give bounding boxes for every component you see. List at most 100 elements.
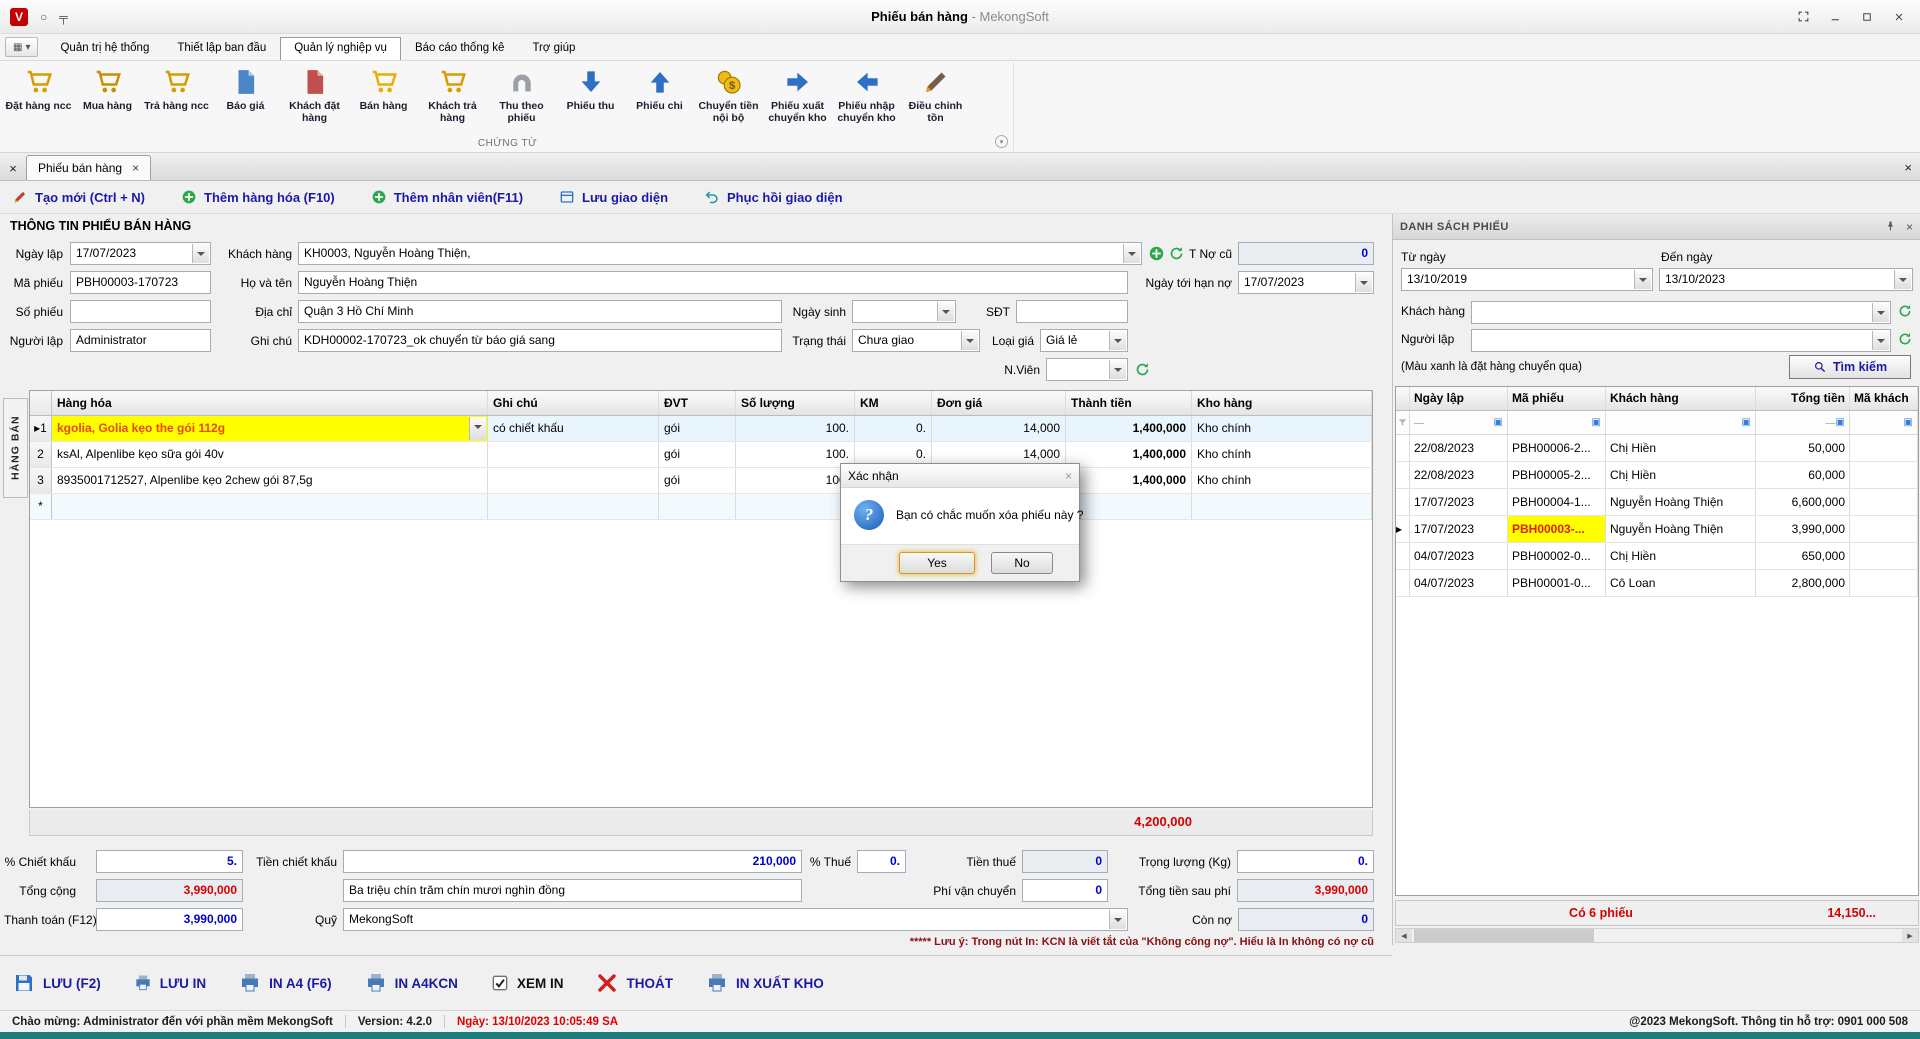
ribbon-phieu-xuat-chuyen-kho[interactable]: Phiếu xuất chuyển kho — [763, 65, 832, 127]
them-nhan-vien-button[interactable]: Thêm nhân viên(F11) — [371, 189, 523, 205]
luu-giao-dien-button[interactable]: Lưu giao diện — [559, 189, 668, 205]
chevron-down-icon[interactable] — [937, 302, 954, 321]
tab-bao-cao-thong-ke[interactable]: Báo cáo thống kê — [401, 37, 519, 60]
nvien-input[interactable] — [1046, 358, 1128, 381]
ribbon-mua-hang[interactable]: Mua hàng — [73, 65, 142, 127]
doc-tab-phieu-ban-hang[interactable]: Phiếu bán hàng × — [26, 155, 151, 180]
tim-kiem-button[interactable]: Tìm kiếm — [1789, 355, 1911, 379]
chevron-down-icon[interactable] — [1872, 331, 1889, 350]
col-ngay-lap[interactable]: Ngày lập — [1410, 387, 1508, 410]
rp-khach-hang-combo[interactable] — [1471, 301, 1891, 324]
trong-luong-input[interactable]: 0. — [1237, 850, 1374, 873]
filter-row[interactable]: —▣ ▣ ▣ —▣ ▣ — [1396, 411, 1918, 435]
filter-icon[interactable]: ▣ — [1742, 411, 1751, 434]
panel-close-icon[interactable]: × — [1906, 220, 1913, 234]
list-item[interactable]: 22/08/2023 PBH00006-2... Chị Hiền 50,000 — [1396, 435, 1918, 462]
so-phieu-input[interactable] — [70, 300, 211, 323]
tien-thue-input[interactable]: 0 — [1022, 850, 1108, 873]
close-icon[interactable] — [1886, 6, 1912, 28]
ma-phieu-input[interactable]: PBH00003-170723 — [70, 271, 211, 294]
list-item[interactable]: 04/07/2023 PBH00002-0... Chị Hiền 650,00… — [1396, 543, 1918, 570]
chevron-down-icon[interactable] — [469, 417, 486, 440]
tong-tien-sau-phi-input[interactable]: 3,990,000 — [1237, 879, 1374, 902]
tab-tro-giup[interactable]: Trợ giúp — [518, 37, 589, 60]
ribbon-khach-tra-hang[interactable]: Khách trả hàng — [418, 65, 487, 127]
col-km[interactable]: KM — [855, 391, 932, 415]
refresh-icon[interactable] — [1897, 331, 1913, 347]
chevron-down-icon[interactable] — [1355, 273, 1372, 292]
dia-chi-input[interactable]: Quận 3 Hồ Chí Minh — [298, 300, 782, 323]
ribbon-phieu-chi[interactable]: Phiếu chi — [625, 65, 694, 127]
luu-in-button[interactable]: LƯU IN — [133, 973, 206, 993]
tab-quan-tri-he-thong[interactable]: Quản trị hệ thống — [46, 37, 163, 60]
in-xuat-kho-button[interactable]: IN XUẤT KHO — [705, 971, 824, 995]
filter-icon[interactable]: ▣ — [1836, 411, 1845, 434]
refresh-icon[interactable] — [1897, 303, 1913, 319]
xem-in-button[interactable]: XEM IN — [490, 973, 564, 993]
loai-gia-input[interactable]: Giá lẻ — [1040, 329, 1128, 352]
col-hang-hoa[interactable]: Hàng hóa — [52, 391, 488, 415]
no-button[interactable]: No — [991, 552, 1053, 574]
ribbon-thu-theo-phieu[interactable]: Thu theo phiếu — [487, 65, 556, 127]
col-so-luong[interactable]: Số lượng — [736, 391, 855, 415]
ribbon-dieu-chinh-ton[interactable]: Điều chỉnh tồn — [901, 65, 970, 127]
list-item-selected[interactable]: ▸ 17/07/2023 PBH00003-... Nguyễn Hoàng T… — [1396, 516, 1918, 543]
table-row[interactable]: 3 8935001712527, Alpenlibe kẹo 2chew gói… — [30, 468, 1372, 494]
chevron-down-icon[interactable] — [961, 331, 978, 350]
tabbar-right-close-icon[interactable]: × — [1904, 160, 1912, 175]
in-a4kcn-button[interactable]: IN A4KCN — [364, 971, 458, 995]
thue-pct-input[interactable]: 0. — [857, 850, 906, 873]
t-no-cu-input[interactable]: 0 — [1238, 242, 1374, 265]
col-tong-tien[interactable]: Tổng tiền — [1756, 387, 1850, 410]
table-row[interactable]: ▸1 kgolia, Golia kẹo the gói 112g có chi… — [30, 416, 1372, 442]
chevron-down-icon[interactable] — [1123, 244, 1140, 263]
chevron-down-icon[interactable] — [1109, 331, 1126, 350]
thoat-button[interactable]: THOÁT — [595, 971, 673, 995]
nguoi-lap-input[interactable]: Administrator — [70, 329, 211, 352]
ribbon-phieu-thu[interactable]: Phiếu thu — [556, 65, 625, 127]
tabbar-close-icon[interactable]: × — [0, 157, 26, 180]
scrollbar-thumb[interactable] — [1414, 929, 1594, 942]
trang-thai-input[interactable]: Chưa giao — [852, 329, 980, 352]
chevron-down-icon[interactable] — [1872, 303, 1889, 322]
add-customer-plus-icon[interactable] — [1148, 245, 1165, 262]
col-don-gia[interactable]: Đơn giá — [932, 391, 1066, 415]
quick-access-circle-icon[interactable]: ○ — [40, 10, 47, 24]
chiet-khau-pct-input[interactable]: 5. — [96, 850, 243, 873]
yes-button[interactable]: Yes — [899, 552, 975, 574]
col-dvt[interactable]: ĐVT — [659, 391, 736, 415]
ngay-sinh-input[interactable] — [852, 300, 956, 323]
list-item[interactable]: 22/08/2023 PBH00005-2... Chị Hiền 60,000 — [1396, 462, 1918, 489]
menu-grid-button[interactable]: ▦▾ — [5, 37, 38, 57]
ribbon-chuyen-tien-noi-bo[interactable]: Chuyển tiền nội bộ — [694, 65, 763, 127]
them-hang-hoa-button[interactable]: Thêm hàng hóa (F10) — [181, 189, 335, 205]
col-ghi-chu[interactable]: Ghi chú — [488, 391, 659, 415]
list-item[interactable]: 04/07/2023 PBH00001-0... Cô Loan 2,800,0… — [1396, 570, 1918, 597]
den-ngay-input[interactable]: 13/10/2023 — [1659, 268, 1913, 291]
chevron-down-icon[interactable] — [1634, 270, 1651, 289]
ribbon-bao-gia[interactable]: Báo giá — [211, 65, 280, 127]
amount-words-input[interactable]: Ba triệu chín trăm chín mươi nghìn đồng — [343, 879, 802, 902]
thanh-toan-input[interactable]: 3,990,000 — [96, 908, 243, 931]
kh-combo[interactable]: KH0003, Nguyễn Hoàng Thiện, — [298, 242, 1142, 265]
quick-access-pin-icon[interactable]: ╤ — [59, 10, 68, 24]
scroll-left-icon[interactable]: ◀ — [1396, 929, 1412, 942]
col-kho-hang[interactable]: Kho hàng — [1192, 391, 1372, 415]
tab-quan-ly-nghiep-vu[interactable]: Quản lý nghiệp vụ — [280, 37, 401, 60]
tab-thiet-lap-ban-dau[interactable]: Thiết lập ban đầu — [163, 37, 280, 60]
filter-icon[interactable]: ▣ — [1904, 411, 1913, 434]
ngay-lap-input[interactable]: 17/07/2023 — [70, 242, 211, 265]
ribbon-group-expander-icon[interactable]: ▾ — [995, 135, 1008, 148]
ribbon-dat-hang-ncc[interactable]: Đặt hàng ncc — [4, 65, 73, 127]
con-no-input[interactable]: 0 — [1238, 908, 1374, 931]
pin-icon[interactable] — [1884, 220, 1897, 233]
tao-moi-button[interactable]: Tạo mới (Ctrl + N) — [12, 189, 145, 205]
ribbon-khach-dat-hang[interactable]: Khách đặt hàng — [280, 65, 349, 127]
rp-nguoi-lap-combo[interactable] — [1471, 329, 1891, 352]
dialog-title-bar[interactable]: Xác nhận × — [841, 464, 1079, 488]
filter-icon[interactable]: ▣ — [1592, 411, 1601, 434]
dialog-close-icon[interactable]: × — [1065, 469, 1072, 483]
tu-ngay-input[interactable]: 13/10/2019 — [1401, 268, 1653, 291]
chevron-down-icon[interactable] — [1894, 270, 1911, 289]
col-khach-hang[interactable]: Khách hàng — [1606, 387, 1756, 410]
